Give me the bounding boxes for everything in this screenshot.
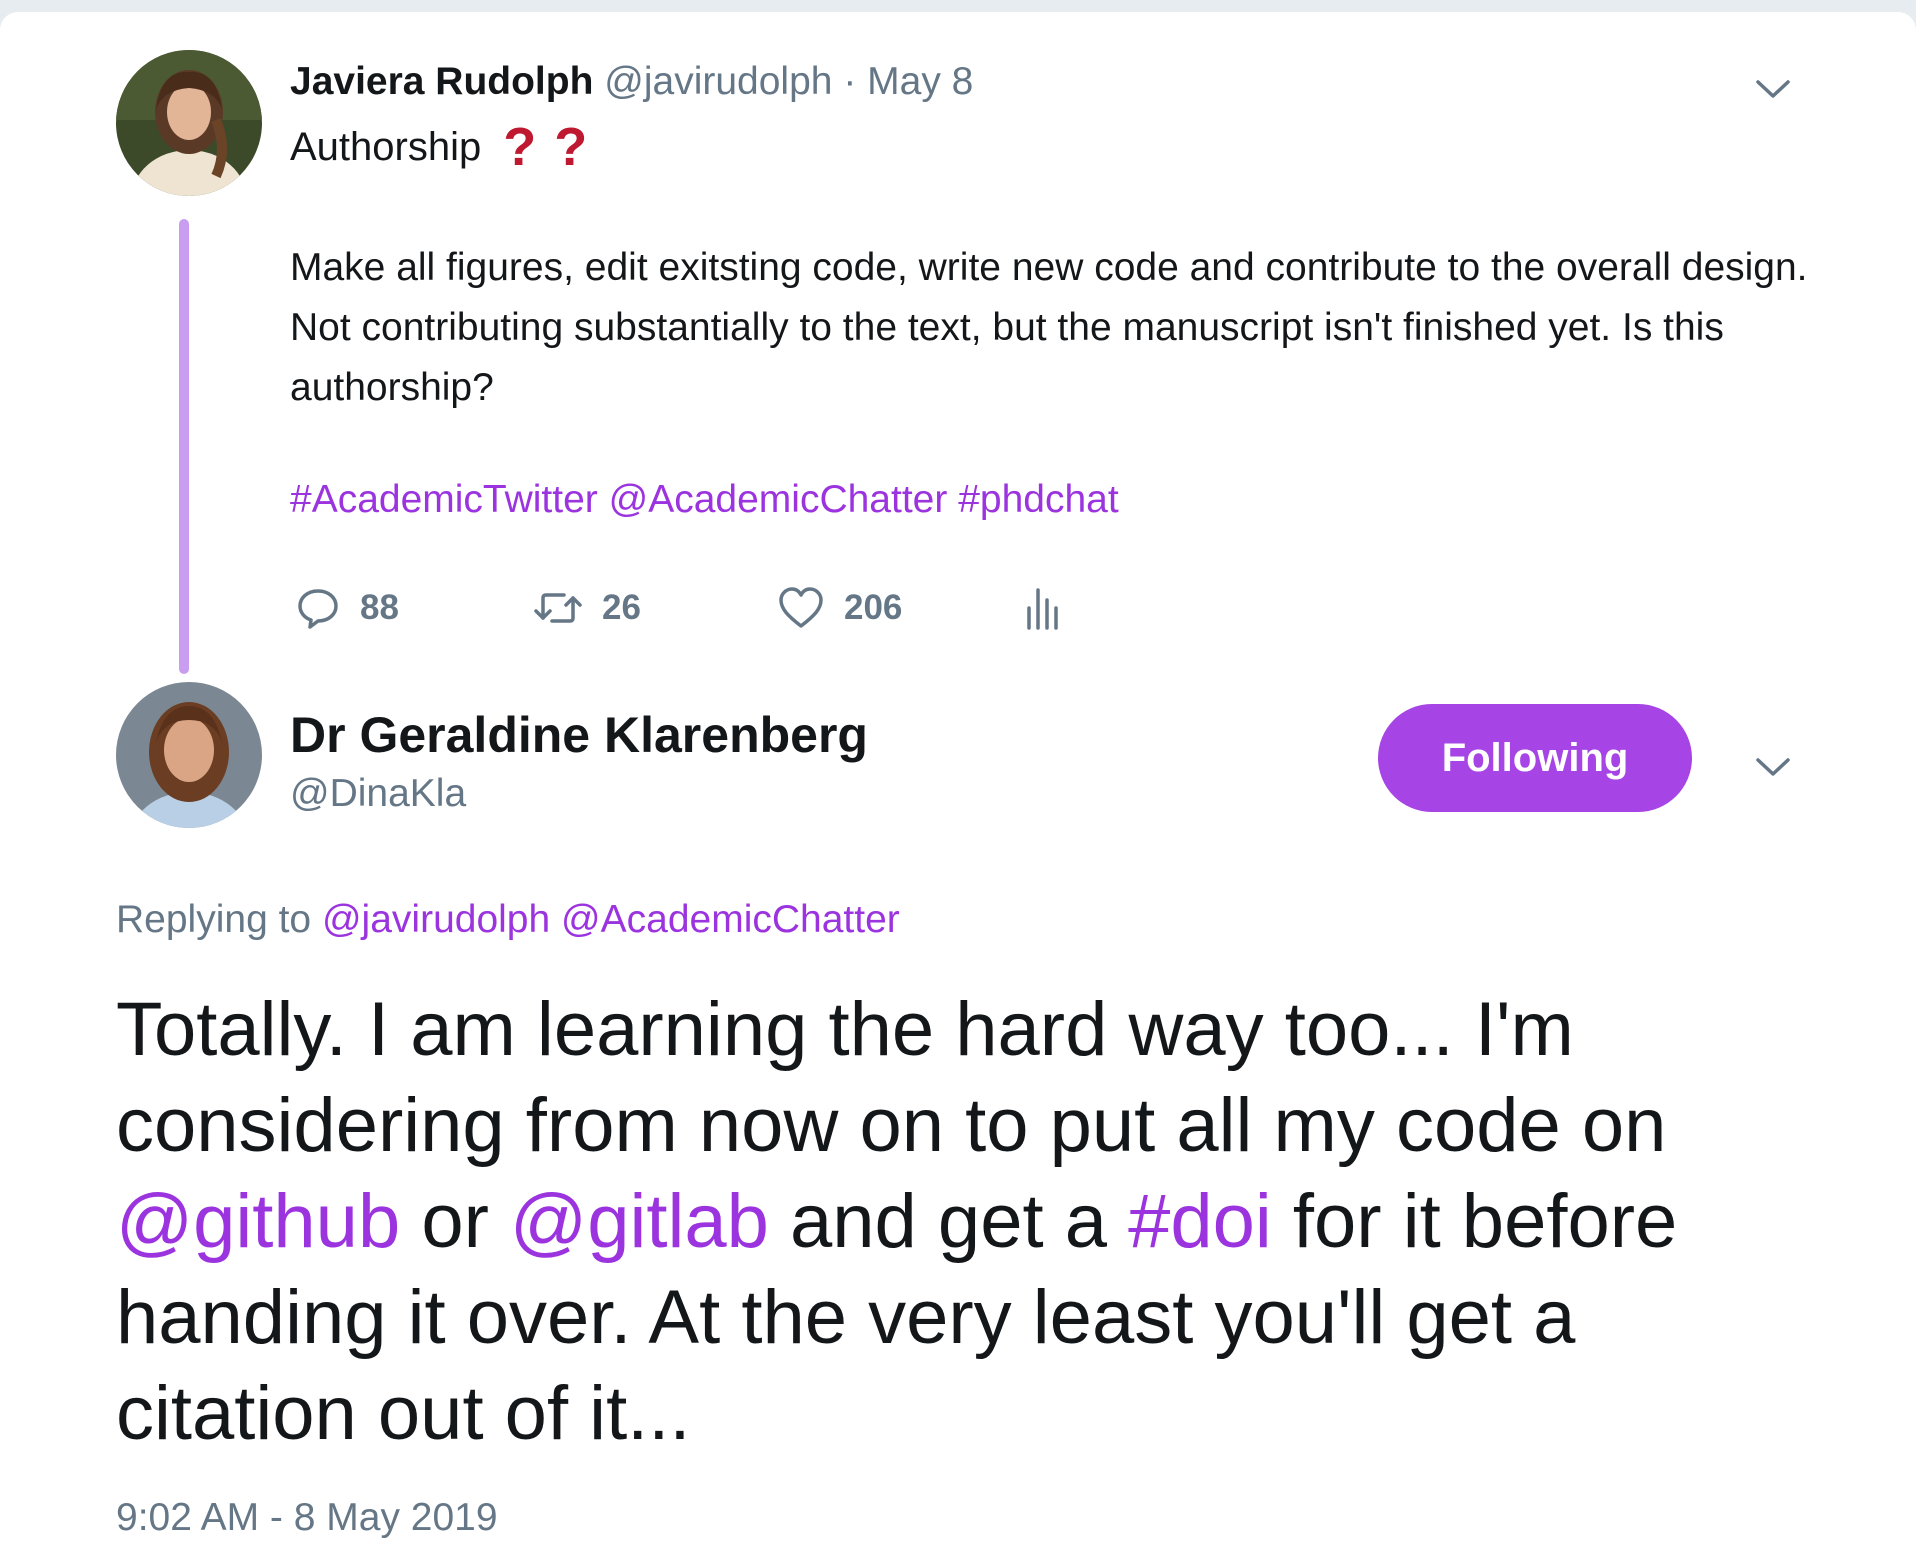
mention-link[interactable]: @AcademicChatter (561, 898, 900, 941)
tweet1-date[interactable]: May 8 (867, 60, 973, 103)
mention-link[interactable]: @gitlab (510, 1179, 769, 1264)
retweet-icon (534, 593, 582, 623)
tweet1-title: Authorship ? ? (290, 120, 587, 174)
reply-icon (298, 589, 338, 629)
question-mark-emoji: ? (554, 117, 588, 177)
reply-count: 88 (360, 588, 399, 627)
header-separator: · (843, 60, 857, 103)
mention-link[interactable]: @AcademicChatter (609, 478, 948, 521)
question-mark-emoji: ? (503, 117, 537, 177)
tweet2-author-name[interactable]: Dr Geraldine Klarenberg (290, 706, 868, 764)
hashtag-link[interactable]: #doi (1128, 1179, 1272, 1264)
tweet2-text: and get a (768, 1179, 1129, 1264)
following-button[interactable]: Following (1378, 704, 1692, 812)
tweet2-text: or (400, 1179, 511, 1264)
tweet2-timestamp[interactable]: 9:02 AM - 8 May 2019 (116, 1496, 498, 1540)
tweet2-author-handle[interactable]: @DinaKla (290, 772, 466, 816)
reply-button[interactable]: 88 (296, 580, 399, 636)
hashtag-link[interactable]: #AcademicTwitter (290, 478, 598, 521)
tweet2-text: Totally. I am learning the hard way too.… (116, 987, 1667, 1168)
analytics-icon (1027, 588, 1058, 630)
heart-icon (779, 587, 823, 628)
hashtag-link[interactable]: #phdchat (958, 478, 1118, 521)
tweet1-tags: #AcademicTwitter @AcademicChatter #phdch… (290, 478, 1119, 522)
mention-link[interactable]: @github (116, 1179, 400, 1264)
chevron-down-icon[interactable] (1753, 752, 1793, 782)
thread-connector-line (179, 219, 189, 674)
retweet-count: 26 (602, 588, 641, 627)
avatar-javiera[interactable] (116, 50, 262, 196)
replying-to: Replying to @javirudolph @AcademicChatte… (116, 898, 900, 942)
avatar-javiera-image (116, 50, 262, 196)
tweet1-title-text: Authorship (290, 124, 482, 169)
tweet1-body: Make all figures, edit exitsting code, w… (290, 246, 1808, 409)
like-count: 206 (844, 588, 903, 627)
replying-prefix: Replying to (116, 898, 312, 941)
avatar-geraldine[interactable] (116, 682, 262, 828)
retweet-button[interactable]: 26 (534, 580, 641, 636)
tweet1-author-name[interactable]: Javiera Rudolph (290, 60, 593, 103)
mention-link[interactable]: @javirudolph (322, 898, 550, 941)
tweet2-body: Totally. I am learning the hard way too.… (116, 982, 1836, 1462)
tweet1-author-handle[interactable]: @javirudolph (604, 60, 832, 103)
chevron-down-icon[interactable] (1753, 74, 1793, 104)
avatar-geraldine-image (116, 682, 262, 828)
tweet-card: Javiera Rudolph @javirudolph · May 8 Aut… (0, 12, 1916, 1562)
analytics-button[interactable] (1024, 580, 1080, 636)
like-button[interactable]: 206 (778, 580, 902, 636)
tweet1-header: Javiera Rudolph @javirudolph · May 8 (290, 60, 973, 104)
